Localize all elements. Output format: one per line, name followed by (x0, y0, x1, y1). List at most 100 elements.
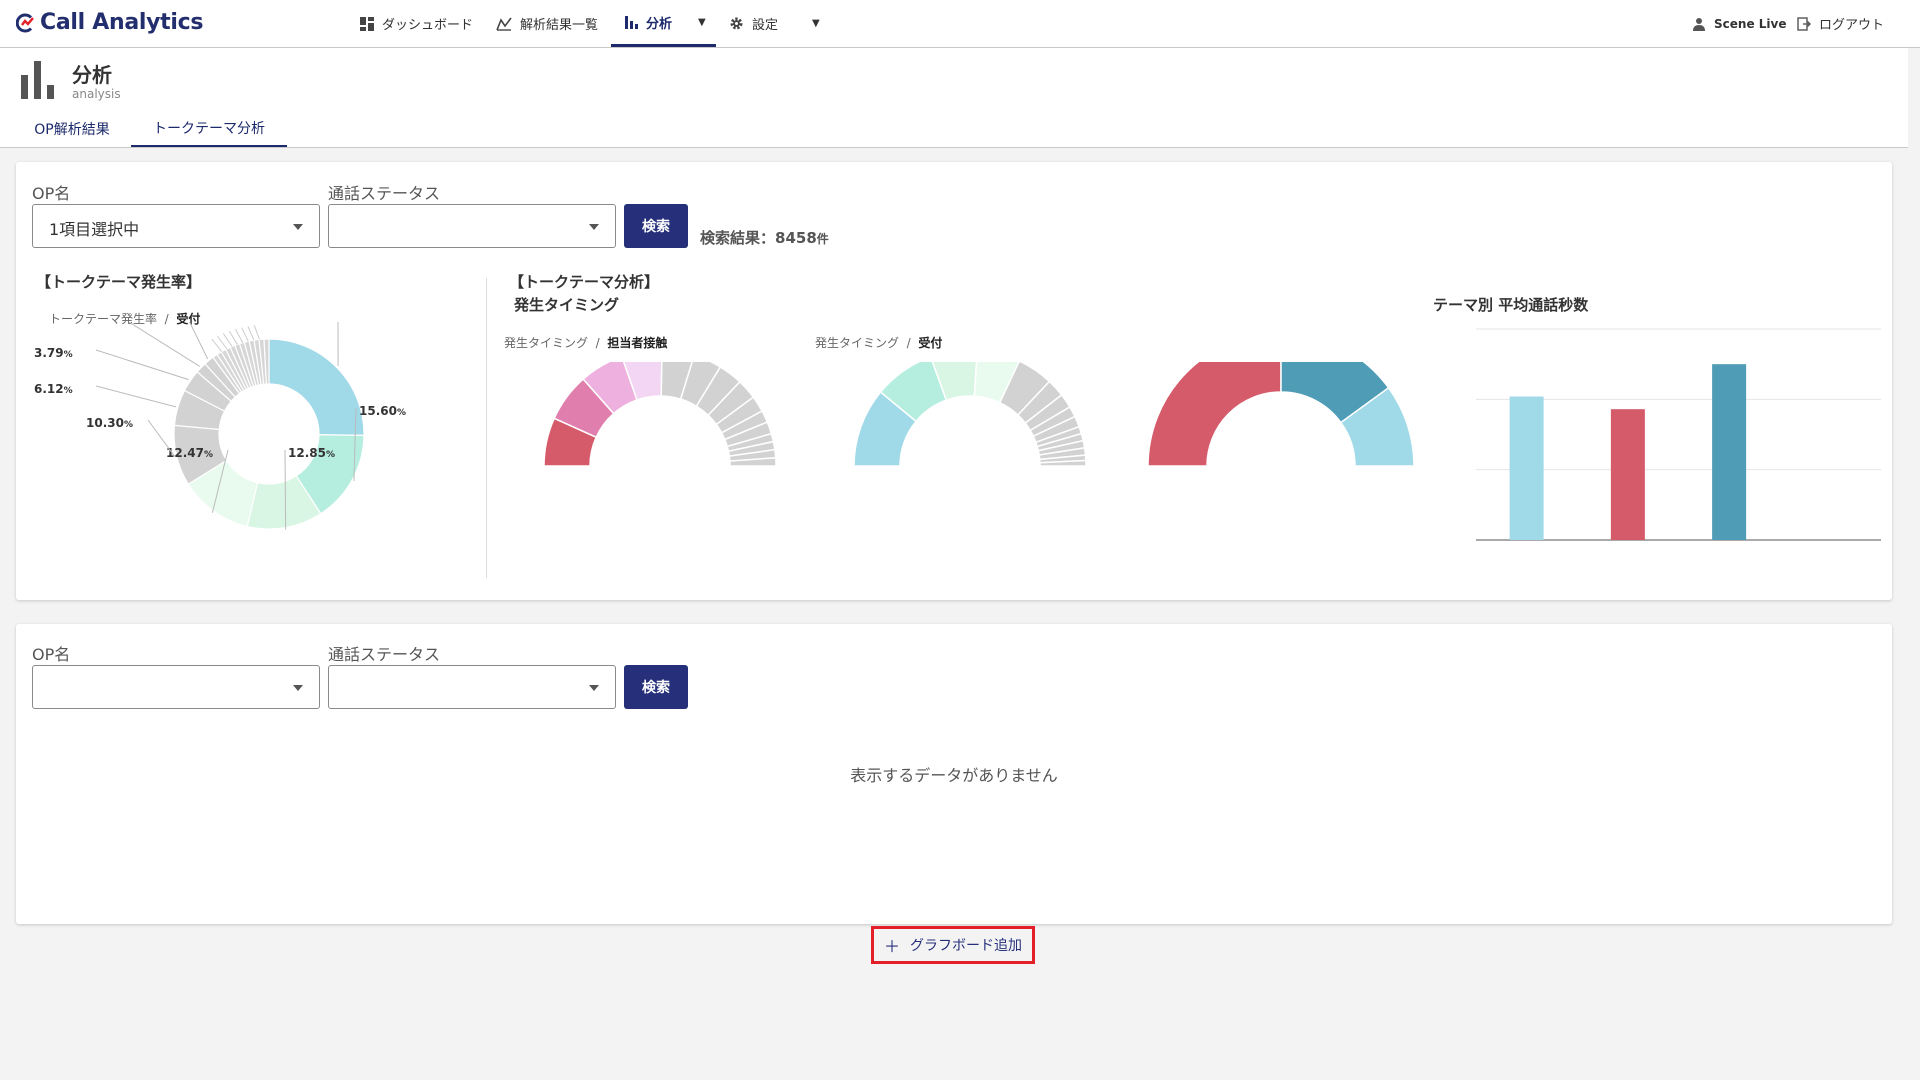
donut-value-unit: % (397, 408, 406, 418)
gear-icon (730, 17, 743, 30)
nav-analysis-label: 分析 (646, 16, 673, 32)
donut-leader-line (228, 330, 238, 345)
donut-leader-line (217, 335, 228, 350)
theme-rate-donut-chart: 25.23%15.60%12.85%12.47%10.30%6.12%3.79%… (34, 322, 406, 530)
dropdown-arrow-icon (589, 685, 599, 691)
add-graph-board-label: グラフボード追加 (910, 938, 1022, 954)
user-icon (1693, 17, 1705, 31)
donut-leader-line (241, 327, 249, 342)
app-logo[interactable]: Call Analytics (16, 10, 203, 35)
graph-board-1: OP名 1項目選択中 通話ステータス 検索 検索結果：8458件 【トークテーマ… (16, 162, 1892, 600)
donut-value-number: 6.12 (34, 382, 64, 396)
chevron-down-icon[interactable]: ▼ (812, 18, 820, 29)
donut-value-unit: % (204, 450, 213, 460)
donut-slice (268, 338, 365, 436)
bar-chart-icon (625, 16, 638, 29)
search-button[interactable]: 検索 (624, 665, 688, 709)
donut-leader-line (247, 326, 255, 341)
donut-leader-line (211, 338, 223, 352)
page-subtitle: analysis (72, 87, 121, 101)
tab-op-results[interactable]: OP解析結果 (18, 111, 126, 147)
nav-settings[interactable]: 設定 ▼ (729, 0, 820, 47)
plus-icon: ＋ (883, 937, 900, 956)
dashboard-icon (360, 16, 374, 31)
app-name: Call Analytics (40, 10, 204, 35)
graph-board-2: OP名 通話ステータス 検索 表示するデータがありません (16, 624, 1892, 924)
crumb-root: 発生タイミング (504, 336, 589, 350)
bar (1610, 409, 1645, 540)
line-chart-icon (496, 17, 512, 31)
page-title: 分析 (72, 63, 112, 87)
donut-value-unit: % (64, 386, 73, 396)
donut-leader-line (253, 325, 260, 340)
theme-rate-title: 【トークテーマ発生率】 (36, 273, 202, 291)
search-button[interactable]: 検索 (624, 204, 688, 248)
timing-gauge-charts (543, 362, 1415, 467)
timing-analysis-subtitle: 発生タイミング (514, 296, 620, 314)
bar (1712, 364, 1747, 540)
donut-value-unit: % (124, 420, 133, 430)
donut-value-unit: % (64, 350, 73, 360)
donut-value-number: 25.23 (341, 322, 379, 323)
call-status-select[interactable] (328, 665, 616, 709)
bar (1509, 396, 1544, 540)
user-name: Scene Live (1714, 16, 1787, 31)
nav-dashboard[interactable]: ダッシュボード (360, 0, 473, 47)
call-status-label: 通話ステータス (328, 645, 441, 664)
gauge1-breadcrumb: 発生タイミング / 担当者接触 (504, 336, 668, 350)
dropdown-arrow-icon (293, 224, 303, 230)
call-status-label: 通話ステータス (328, 184, 441, 203)
result-prefix: 検索結果： (700, 229, 776, 247)
donut-value: 10.30% (86, 416, 133, 430)
donut-value-number: 3.79 (34, 346, 64, 360)
donut-value: 25.23% (341, 322, 388, 323)
donut-leader-line (284, 449, 287, 530)
logout-label: ログアウト (1819, 18, 1885, 33)
logout-link[interactable]: ログアウト (1797, 0, 1884, 47)
op-name-label: OP名 (32, 645, 71, 664)
add-graph-board-button[interactable]: ＋ グラフボード追加 (871, 926, 1035, 964)
logout-icon (1797, 16, 1811, 31)
op-name-label: OP名 (32, 184, 71, 203)
divider (486, 278, 487, 578)
user-menu[interactable]: Scene Live (1692, 0, 1786, 47)
donut-leader-line (147, 419, 176, 457)
op-name-value: 1項目選択中 (49, 220, 140, 239)
dropdown-arrow-icon (293, 685, 303, 691)
timing-analysis-title: 【トークテーマ分析】 (509, 273, 660, 291)
op-name-select[interactable] (32, 665, 320, 709)
donut-value: 15.60% (359, 404, 406, 418)
donut-leader-line (189, 322, 209, 360)
crumb-current: 受付 (918, 336, 943, 350)
gauge2-breadcrumb: 発生タイミング / 受付 (815, 336, 943, 350)
donut-leader-line (234, 328, 244, 343)
tab-op-results-label: OP解析結果 (34, 122, 110, 138)
analysis-bar-icon (21, 61, 54, 99)
gauge-segment (1147, 362, 1282, 467)
op-name-select[interactable]: 1項目選択中 (32, 204, 320, 248)
chevron-down-icon[interactable]: ▼ (698, 17, 706, 28)
nav-analysis[interactable]: 分析 ▼ (611, 0, 716, 47)
result-unit: 件 (816, 232, 829, 246)
tab-talk-theme-analysis-label: トークテーマ分析 (153, 121, 265, 137)
donut-value-unit: % (379, 322, 388, 323)
dropdown-arrow-icon (589, 224, 599, 230)
search-result-count: 検索結果：8458件 (700, 227, 829, 248)
donut-leader-line (222, 333, 233, 347)
donut-value-number: 12.85 (288, 446, 326, 460)
top-navbar: Call Analytics ダッシュボード 解析結果一覧 分析 ▼ 設定 ▼ (0, 0, 1920, 48)
nav-results-list[interactable]: 解析結果一覧 (496, 0, 598, 47)
crumb-current: 担当者接触 (607, 336, 668, 350)
result-number: 8458 (775, 229, 817, 247)
donut-value-number: 15.60 (359, 404, 397, 418)
donut-value: 3.79% (34, 346, 73, 360)
donut-value-unit: % (326, 450, 335, 460)
call-status-select[interactable] (328, 204, 616, 248)
nav-dashboard-label: ダッシュボード (382, 18, 474, 33)
tab-talk-theme-analysis[interactable]: トークテーマ分析 (131, 111, 287, 147)
nav-settings-label: 設定 (752, 18, 779, 33)
page-header: 分析 analysis OP解析結果 トークテーマ分析 (0, 48, 1908, 148)
donut-leader-line (95, 385, 176, 408)
call-analytics-logo-icon (16, 13, 34, 32)
donut-leader-line (95, 349, 189, 381)
